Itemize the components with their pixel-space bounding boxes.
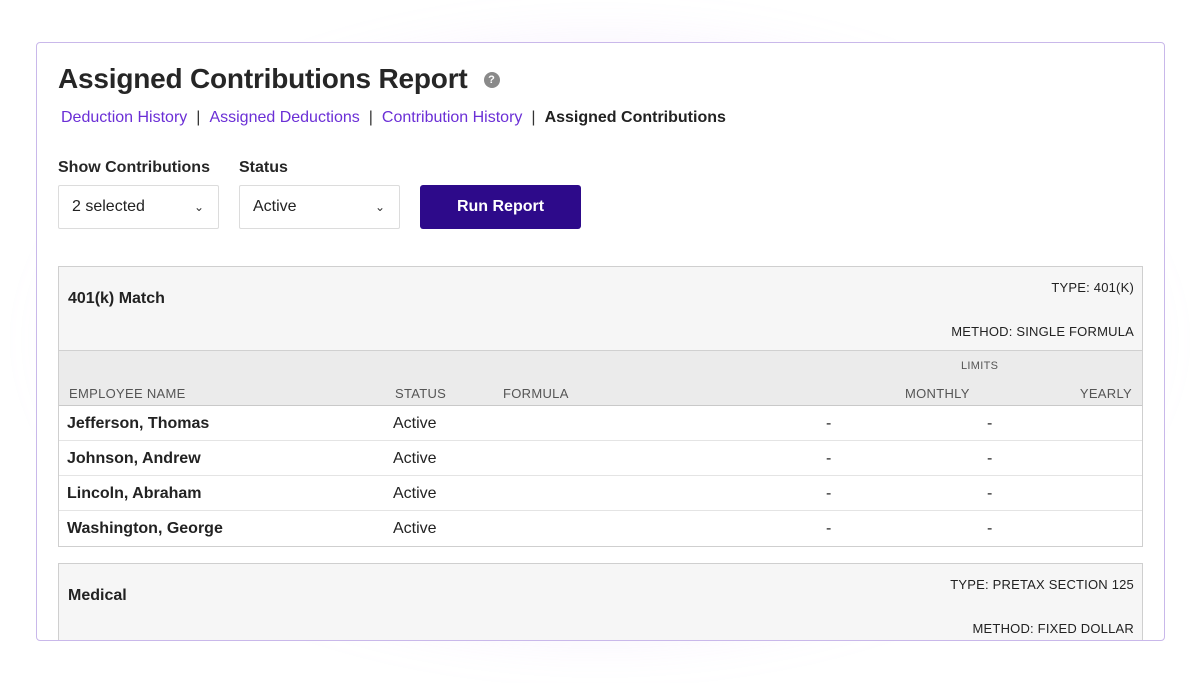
table-row: Johnson, Andrew Active - - — [59, 441, 1142, 476]
nav-link-contribution-history[interactable]: Contribution History — [382, 109, 523, 127]
employee-name: Washington, George — [67, 520, 223, 537]
nav-separator: | — [531, 109, 536, 126]
table-row: Jefferson, Thomas Active - - — [59, 406, 1142, 441]
status-value: Active — [253, 198, 297, 215]
report-card: Assigned Contributions Report ? Deductio… — [36, 42, 1165, 641]
limits-header: LIMITS — [961, 360, 999, 372]
monthly-limit: - — [826, 415, 832, 432]
status-filter: Status Active ⌄ — [239, 159, 400, 229]
table-row: Lincoln, Abraham Active - - — [59, 476, 1142, 511]
title-row: Assigned Contributions Report ? — [58, 63, 500, 95]
employee-name: Johnson, Andrew — [67, 450, 201, 467]
show-contributions-value: 2 selected — [72, 198, 145, 215]
monthly-limit: - — [826, 520, 832, 537]
question-circle-icon[interactable]: ? — [483, 72, 500, 88]
employee-status: Active — [393, 450, 437, 467]
yearly-limit: - — [987, 485, 993, 502]
employee-status: Active — [393, 520, 437, 537]
show-contributions-filter: Show Contributions 2 selected ⌄ — [58, 159, 219, 229]
group-header: Medical TYPE: PRETAX SECTION 125 METHOD:… — [59, 564, 1142, 640]
nav-current-assigned-contributions: Assigned Contributions — [544, 109, 726, 126]
chevron-down-icon: ⌄ — [193, 200, 204, 214]
employee-name: Jefferson, Thomas — [67, 415, 210, 432]
table-row: Washington, George Active - - — [59, 511, 1142, 546]
nav-link-deduction-history[interactable]: Deduction History — [61, 109, 187, 127]
report-nav: Deduction History | Assigned Deductions … — [61, 109, 726, 127]
contribution-group-medical: Medical TYPE: PRETAX SECTION 125 METHOD:… — [58, 563, 1143, 640]
status-select[interactable]: Active ⌄ — [239, 185, 400, 229]
employee-status: Active — [393, 415, 437, 432]
status-header: STATUS — [395, 386, 447, 401]
monthly-header: MONTHLY — [905, 386, 970, 401]
yearly-header: YEARLY — [1079, 386, 1132, 401]
group-name: Medical — [68, 587, 127, 604]
formula-header: FORMULA — [503, 386, 569, 401]
group-type: TYPE: PRETAX SECTION 125 — [950, 577, 1134, 592]
yearly-limit: - — [987, 450, 993, 467]
group-method: METHOD: FIXED DOLLAR — [972, 621, 1134, 636]
yearly-limit: - — [987, 415, 993, 432]
run-report-button[interactable]: Run Report — [420, 185, 581, 229]
employee-name: Lincoln, Abraham — [67, 485, 202, 502]
nav-link-assigned-deductions[interactable]: Assigned Deductions — [209, 109, 359, 127]
chevron-down-icon: ⌄ — [374, 200, 385, 214]
group-name: 401(k) Match — [68, 290, 165, 307]
group-type: TYPE: 401(K) — [1051, 280, 1134, 295]
employee-name-header: EMPLOYEE NAME — [69, 386, 186, 401]
filters: Show Contributions 2 selected ⌄ Status A… — [58, 159, 581, 229]
nav-separator: | — [196, 109, 201, 126]
monthly-limit: - — [826, 485, 832, 502]
contribution-group-401k: 401(k) Match TYPE: 401(K) METHOD: SINGLE… — [58, 266, 1143, 547]
table-body: Jefferson, Thomas Active - - Johnson, An… — [59, 406, 1142, 546]
employee-status: Active — [393, 485, 437, 502]
table-header: LIMITS EMPLOYEE NAME STATUS FORMULA MONT… — [59, 351, 1142, 406]
group-header: 401(k) Match TYPE: 401(K) METHOD: SINGLE… — [59, 267, 1142, 351]
nav-separator: | — [368, 109, 373, 126]
page-title: Assigned Contributions Report — [58, 63, 468, 94]
show-contributions-select[interactable]: 2 selected ⌄ — [58, 185, 219, 229]
group-method: METHOD: SINGLE FORMULA — [951, 324, 1134, 339]
status-label: Status — [239, 159, 288, 176]
monthly-limit: - — [826, 450, 832, 467]
yearly-limit: - — [987, 520, 993, 537]
show-contributions-label: Show Contributions — [58, 159, 210, 176]
